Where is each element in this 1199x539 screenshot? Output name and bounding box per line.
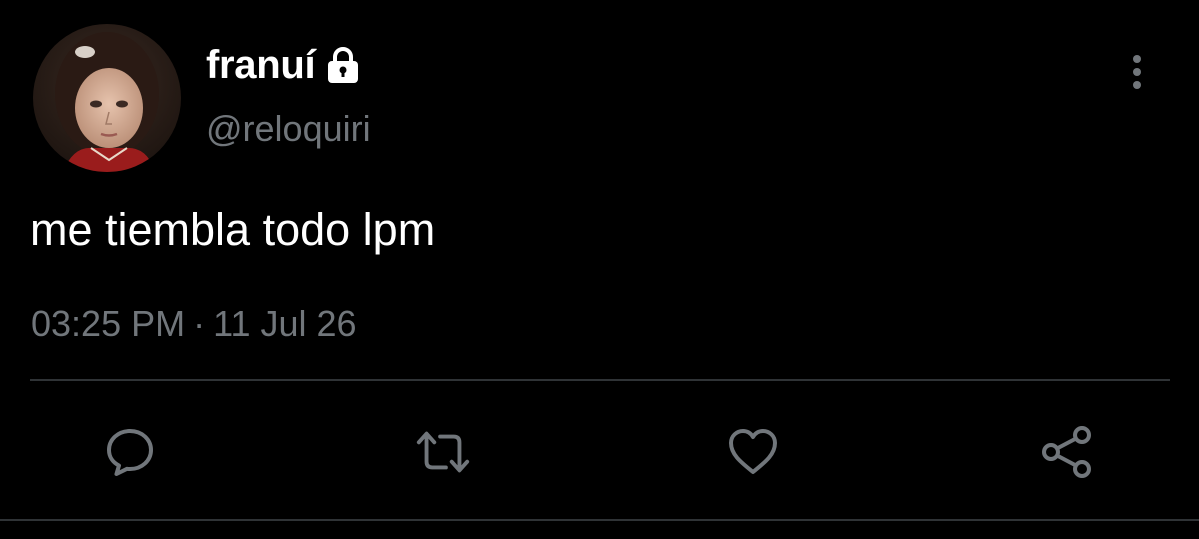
tweet-timestamp: 03:25 PM · 11 Jul 26 xyxy=(31,303,357,345)
tweet-date: 11 Jul 26 xyxy=(213,303,357,344)
display-name-row: franuí xyxy=(206,40,363,90)
avatar-image xyxy=(33,24,181,172)
retweet-button[interactable] xyxy=(413,422,473,482)
share-icon xyxy=(1042,426,1091,478)
tweet-time: 03:25 PM xyxy=(31,303,186,344)
tweet-text: me tiembla todo lpm xyxy=(30,204,436,255)
retweet-icon xyxy=(416,431,470,473)
display-name[interactable]: franuí xyxy=(206,43,316,88)
more-vertical-icon[interactable] xyxy=(1120,50,1154,94)
bottom-divider xyxy=(0,519,1199,521)
share-button[interactable] xyxy=(1037,422,1097,482)
heart-icon xyxy=(729,429,777,474)
meta-separator: · xyxy=(193,303,206,344)
avatar[interactable] xyxy=(33,24,181,172)
comment-bubble-icon xyxy=(107,429,153,476)
divider xyxy=(30,379,1170,381)
reply-button[interactable] xyxy=(100,422,160,482)
tweet: franuí @reloquiri me tiembla todo lpm 03… xyxy=(0,0,1199,539)
like-button[interactable] xyxy=(723,422,783,482)
user-handle[interactable]: @reloquiri xyxy=(206,108,371,150)
lock-icon xyxy=(323,45,363,85)
